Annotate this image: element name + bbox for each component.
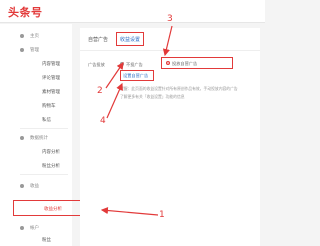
annotation-number-1: 1 (159, 210, 165, 220)
arrow-2 (105, 62, 124, 89)
annotation-number-4: 4 (100, 116, 106, 126)
arrow-3 (162, 25, 173, 57)
annotation-arrows (100, 25, 173, 216)
arrow-4 (106, 82, 123, 119)
annotation-number-3: 3 (167, 14, 173, 24)
annotation-number-2: 2 (97, 86, 103, 96)
arrow-1 (100, 206, 159, 216)
